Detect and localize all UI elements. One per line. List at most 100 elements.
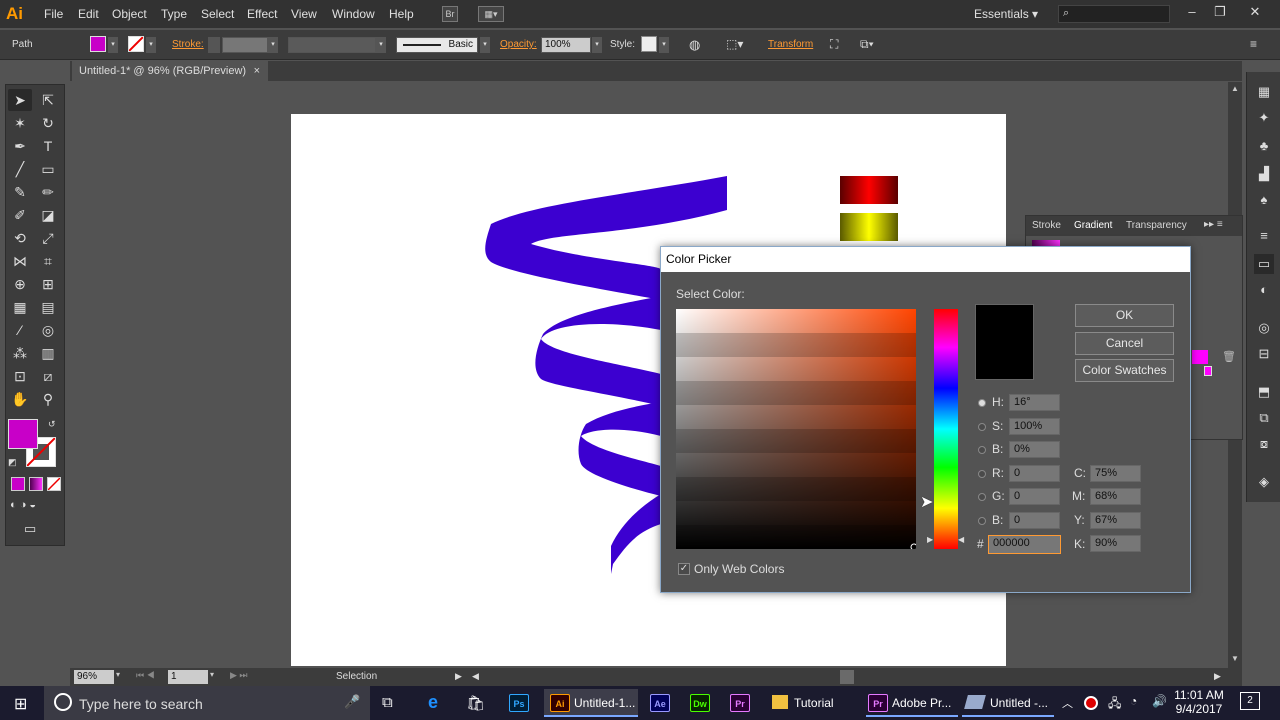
windows-start-icon[interactable]: ⊞ bbox=[14, 694, 27, 714]
last-artboard-arrow[interactable]: ▶ ⏭ bbox=[230, 670, 248, 681]
fill-color-front[interactable] bbox=[8, 419, 38, 449]
stroke-dropdown[interactable]: ▾ bbox=[146, 37, 156, 53]
bridge-button[interactable]: Br bbox=[442, 6, 458, 22]
eraser-tool-icon[interactable]: ◪ bbox=[36, 204, 60, 226]
cyan-field[interactable]: 75% bbox=[1090, 465, 1141, 482]
close-button[interactable]: ✕ bbox=[1240, 2, 1270, 22]
pathfinder-icon[interactable]: ⧉ bbox=[1254, 408, 1274, 428]
menu-select[interactable]: Select bbox=[201, 7, 234, 21]
gradient-stop-swatch[interactable] bbox=[1192, 350, 1208, 364]
hue-slider-right-arrow[interactable]: ◀ bbox=[958, 535, 964, 544]
green-radio[interactable] bbox=[978, 493, 986, 501]
document-tab-close[interactable]: × bbox=[254, 61, 260, 81]
menu-edit[interactable]: Edit bbox=[78, 7, 99, 21]
clock[interactable]: 11:01 AM 9/4/2017 bbox=[1172, 688, 1226, 716]
taskbar-premiere[interactable]: Pr Adobe Pr... bbox=[866, 689, 958, 717]
menu-help[interactable]: Help bbox=[389, 7, 414, 21]
arrange-icon[interactable]: ⧉▾ bbox=[860, 37, 874, 52]
slice-tool-icon[interactable]: ⧄ bbox=[36, 365, 60, 387]
magenta-field[interactable]: 68% bbox=[1090, 488, 1141, 505]
color-mode-icon[interactable] bbox=[11, 477, 25, 491]
paintbrush-tool-icon[interactable]: ✎ bbox=[8, 181, 32, 203]
document-tab[interactable]: Untitled-1* @ 96% (RGB/Preview) × bbox=[72, 61, 268, 81]
screen-mode-icon[interactable]: ▭ bbox=[24, 521, 36, 537]
after-effects-icon[interactable]: Ae bbox=[650, 694, 670, 712]
search-input[interactable]: ⌕ bbox=[1058, 5, 1170, 23]
eyedropper-tool-icon[interactable]: ⁄ bbox=[8, 319, 32, 341]
transform-link[interactable]: Transform bbox=[768, 39, 813, 50]
workspace-switcher[interactable]: Essentials ▾ bbox=[974, 7, 1038, 21]
menu-effect[interactable]: Effect bbox=[247, 7, 277, 21]
appearance-icon[interactable]: ◎ bbox=[1254, 318, 1274, 338]
gradient-panel-icon[interactable]: ▭ bbox=[1254, 254, 1274, 274]
column-graph-tool-icon[interactable]: ▥ bbox=[36, 342, 60, 364]
menu-file[interactable]: File bbox=[44, 7, 63, 21]
dreamweaver-icon[interactable]: Dw bbox=[690, 694, 710, 712]
taskbar-illustrator[interactable]: Ai Untitled-1... bbox=[544, 689, 638, 717]
network-icon[interactable]: 🖧 bbox=[1108, 694, 1121, 715]
yellow-field[interactable]: 67% bbox=[1090, 512, 1141, 529]
yellow-gradient-swatch[interactable] bbox=[840, 213, 898, 241]
shape-builder-tool-icon[interactable]: ⊕ bbox=[8, 273, 32, 295]
stroke-panel-icon[interactable]: ≡ bbox=[1254, 226, 1274, 246]
color-field[interactable] bbox=[676, 309, 916, 549]
type-tool-icon[interactable]: T bbox=[36, 135, 60, 157]
delete-stop-icon[interactable]: 🗑 bbox=[1222, 350, 1236, 363]
pen-tool-icon[interactable]: ✒ bbox=[8, 135, 32, 157]
zoom-field[interactable]: 96% bbox=[74, 670, 114, 684]
isolate-icon[interactable]: ⛶ bbox=[830, 37, 838, 52]
stroke-swatch[interactable] bbox=[128, 36, 144, 52]
saturation-radio[interactable] bbox=[978, 423, 986, 431]
rectangle-tool-icon[interactable]: ▭ bbox=[36, 158, 60, 180]
variable-width-dropdown[interactable]: ▾ bbox=[376, 37, 386, 53]
cancel-button[interactable]: Cancel bbox=[1075, 332, 1174, 355]
action-center-icon[interactable]: 2 bbox=[1240, 692, 1260, 710]
align-to-icon[interactable]: ⬚▾ bbox=[726, 37, 743, 51]
menu-view[interactable]: View bbox=[291, 7, 317, 21]
fill-swatch[interactable] bbox=[90, 36, 106, 52]
blue-radio[interactable] bbox=[978, 517, 986, 525]
status-menu-arrow[interactable]: ▶ bbox=[455, 671, 462, 682]
color-swatches-button[interactable]: Color Swatches bbox=[1075, 359, 1174, 382]
width-tool-icon[interactable]: ⋈ bbox=[8, 250, 32, 272]
lasso-tool-icon[interactable]: ↻ bbox=[36, 112, 60, 134]
brushes-icon[interactable]: ✦ bbox=[1254, 108, 1274, 128]
red-radio[interactable] bbox=[978, 470, 986, 478]
recolor-artwork-icon[interactable]: ◍ bbox=[689, 37, 700, 53]
none-mode-icon[interactable] bbox=[47, 477, 61, 491]
stroke-weight-field[interactable] bbox=[222, 37, 268, 53]
brush-definition[interactable]: Basic bbox=[396, 37, 478, 53]
libraries-icon[interactable]: ▦ bbox=[1254, 82, 1274, 102]
hue-slider-left-arrow[interactable]: ▶ bbox=[927, 535, 933, 544]
scroll-right-arrow[interactable]: ▶ bbox=[1214, 671, 1221, 682]
artboard-tool-icon[interactable]: ⊡ bbox=[8, 365, 32, 387]
swatches-icon[interactable]: ▟ bbox=[1254, 164, 1274, 184]
taskbar-untitled[interactable]: Untitled -... bbox=[962, 689, 1054, 717]
layers-icon[interactable]: ◈ bbox=[1254, 472, 1274, 492]
panel-menu-icon[interactable]: ▸▸ ≡ bbox=[1204, 219, 1223, 230]
tab-stroke[interactable]: Stroke bbox=[1032, 220, 1061, 231]
tab-gradient[interactable]: Gradient bbox=[1074, 220, 1112, 231]
shaper-tool-icon[interactable]: ✐ bbox=[8, 204, 32, 226]
transform-icon[interactable]: ⬒ bbox=[1254, 382, 1274, 402]
default-colors-icon[interactable]: ◩ bbox=[8, 457, 17, 468]
hue-slider[interactable] bbox=[934, 309, 958, 549]
black-field[interactable]: 90% bbox=[1090, 535, 1141, 552]
fill-dropdown[interactable]: ▾ bbox=[108, 37, 118, 53]
opacity-label[interactable]: Opacity: bbox=[500, 39, 537, 50]
scale-tool-icon[interactable]: ⤢ bbox=[36, 227, 60, 249]
rotate-tool-icon[interactable]: ⟲ bbox=[8, 227, 32, 249]
properties-icon[interactable]: ⧇ bbox=[1254, 434, 1274, 454]
scroll-left-arrow[interactable]: ◀ bbox=[472, 671, 479, 682]
hue-field[interactable]: 16° bbox=[1009, 394, 1060, 411]
hex-field[interactable]: 000000 bbox=[988, 535, 1061, 554]
arrange-documents-button[interactable]: ▦▾ bbox=[478, 6, 504, 22]
opacity-field[interactable]: 100% bbox=[541, 37, 591, 53]
free-transform-tool-icon[interactable]: ⌗ bbox=[36, 250, 60, 272]
store-icon[interactable]: 🛍 bbox=[466, 694, 485, 712]
draw-modes-icon[interactable]: ◐ ◑ ◒ bbox=[10, 499, 36, 511]
wifi-icon[interactable]: ◔ bbox=[1130, 694, 1137, 708]
volume-icon[interactable]: 🔊 bbox=[1152, 694, 1167, 708]
hue-radio[interactable] bbox=[978, 399, 986, 407]
edge-icon[interactable]: e bbox=[428, 692, 438, 713]
